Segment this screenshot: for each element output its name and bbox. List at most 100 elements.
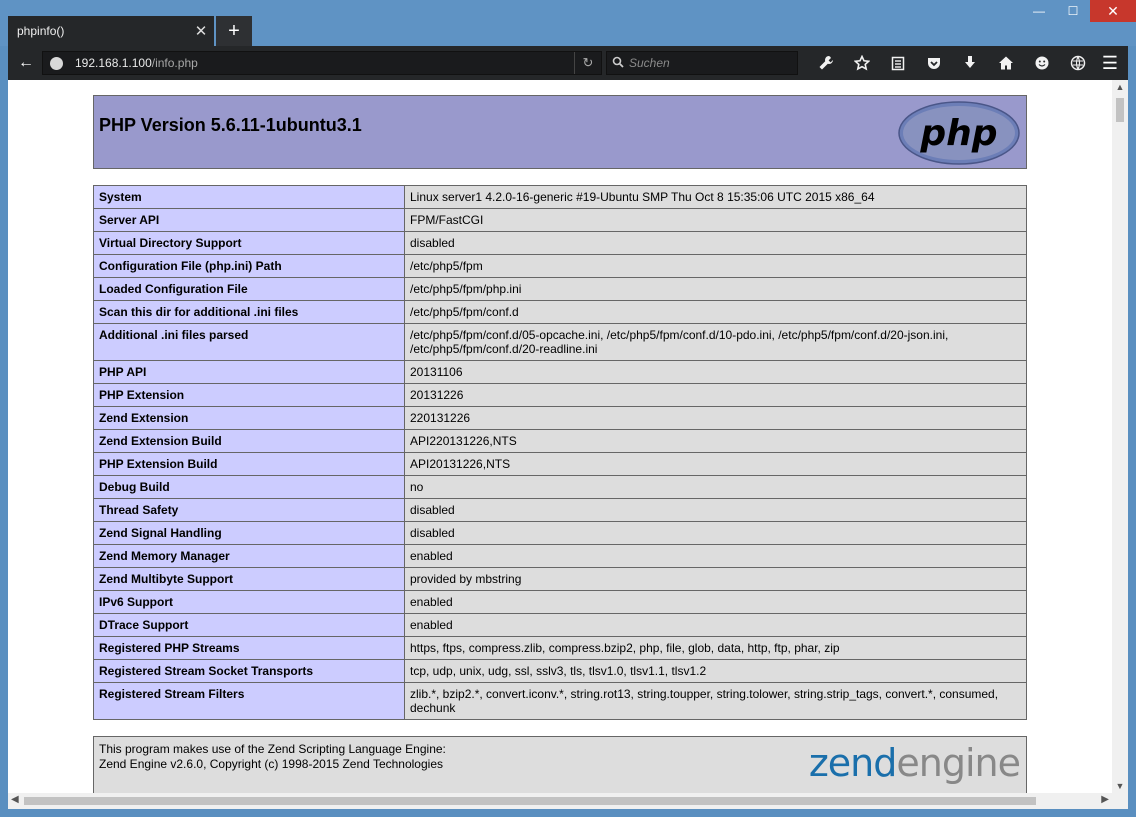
row-key: Zend Memory Manager bbox=[93, 544, 405, 568]
table-row: System Linux server1 4.2.0-16-generic #19… bbox=[93, 185, 1027, 209]
table-row: Zend Multibyte Support provided by mbstri… bbox=[93, 567, 1027, 591]
row-key: Zend Multibyte Support bbox=[93, 567, 405, 591]
table-row: Scan this dir for additional .ini files /… bbox=[93, 300, 1027, 324]
row-key: Server API bbox=[93, 208, 405, 232]
search-icon bbox=[607, 56, 629, 71]
toolbar-icons bbox=[808, 50, 1096, 76]
browser-window: — ☐ ✕ phpinfo() ✕ + ← 192.168.1.100/info… bbox=[0, 0, 1136, 817]
row-value: /etc/php5/fpm/conf.d/05-opcache.ini, /et… bbox=[404, 323, 1027, 361]
row-key: Zend Extension Build bbox=[93, 429, 405, 453]
row-key: Debug Build bbox=[93, 475, 405, 499]
php-info-table: System Linux server1 4.2.0-16-generic #19… bbox=[93, 185, 1027, 720]
table-row: DTrace Support enabled bbox=[93, 613, 1027, 637]
row-value: 220131226 bbox=[404, 406, 1027, 430]
table-row: Debug Build no bbox=[93, 475, 1027, 499]
table-row: PHP API 20131106 bbox=[93, 360, 1027, 384]
row-key: Zend Signal Handling bbox=[93, 521, 405, 545]
back-button[interactable]: ← bbox=[13, 50, 39, 76]
table-row: Loaded Configuration File/etc/php5/fpm/p… bbox=[93, 277, 1027, 301]
row-key: Loaded Configuration File bbox=[93, 277, 405, 301]
zend-logo-zend: zend bbox=[808, 741, 898, 785]
row-key: System bbox=[93, 185, 405, 209]
home-icon[interactable] bbox=[988, 50, 1024, 76]
table-row: Zend Extension 220131226 bbox=[93, 406, 1027, 430]
table-row: Virtual Directory Support disabled bbox=[93, 231, 1027, 255]
pocket-icon[interactable] bbox=[916, 50, 952, 76]
row-value: FPM/FastCGI bbox=[404, 208, 1027, 232]
url-bar[interactable]: 192.168.1.100/info.php ↻ bbox=[42, 51, 602, 75]
row-value: tcp, udp, unix, udg, ssl, sslv3, tls, tl… bbox=[404, 659, 1027, 683]
zend-engine-box: This program makes use of the Zend Scrip… bbox=[93, 736, 1027, 796]
search-input[interactable]: Suchen bbox=[629, 56, 670, 70]
star-icon[interactable] bbox=[844, 50, 880, 76]
row-value: enabled bbox=[404, 544, 1027, 568]
row-value: API220131226,NTS bbox=[404, 429, 1027, 453]
row-value: enabled bbox=[404, 613, 1027, 637]
table-row: Zend Signal Handling disabled bbox=[93, 521, 1027, 545]
table-row: Registered PHP Streams https, ftps, compr… bbox=[93, 636, 1027, 660]
wrench-icon[interactable] bbox=[808, 50, 844, 76]
row-key: IPv6 Support bbox=[93, 590, 405, 614]
close-window-button[interactable]: ✕ bbox=[1090, 0, 1136, 22]
table-row: Registered Stream Socket Transports tcp, … bbox=[93, 659, 1027, 683]
row-value: no bbox=[404, 475, 1027, 499]
table-row: Zend Extension Build API220131226,NTS bbox=[93, 429, 1027, 453]
url-input[interactable]: 192.168.1.100/info.php bbox=[75, 56, 574, 70]
horizontal-scroll-thumb[interactable] bbox=[24, 797, 1036, 805]
row-key: PHP Extension bbox=[93, 383, 405, 407]
row-key: DTrace Support bbox=[93, 613, 405, 637]
minimize-button[interactable]: — bbox=[1022, 0, 1056, 22]
url-host: 192.168.1.100 bbox=[75, 56, 152, 70]
row-value: disabled bbox=[404, 498, 1027, 522]
row-value: 20131226 bbox=[404, 383, 1027, 407]
row-value: https, ftps, compress.zlib, compress.bzi… bbox=[404, 636, 1027, 660]
row-value: /etc/php5/fpm/php.ini bbox=[404, 277, 1027, 301]
navigation-bar: ← 192.168.1.100/info.php ↻ Suchen ☰ bbox=[8, 46, 1128, 80]
phpinfo-page: PHP Version 5.6.11-1ubuntu3.1 php System… bbox=[93, 95, 1027, 796]
table-row: PHP Extension Build API20131226,NTS bbox=[93, 452, 1027, 476]
scrollbar-corner bbox=[1112, 793, 1128, 809]
vertical-scroll-thumb[interactable] bbox=[1116, 98, 1124, 122]
row-value: 20131106 bbox=[404, 360, 1027, 384]
row-key: Thread Safety bbox=[93, 498, 405, 522]
globe-icon[interactable] bbox=[1060, 50, 1096, 76]
zend-logo-engine: engine bbox=[896, 741, 1021, 785]
maximize-button[interactable]: ☐ bbox=[1056, 0, 1090, 22]
table-row: Configuration File (php.ini) Path/etc/ph… bbox=[93, 254, 1027, 278]
table-row: Server API FPM/FastCGI bbox=[93, 208, 1027, 232]
tab-phpinfo[interactable]: phpinfo() ✕ bbox=[8, 16, 214, 46]
tab-title: phpinfo() bbox=[17, 24, 65, 38]
zend-engine-logo: zendengine bbox=[808, 741, 1021, 785]
url-path: /info.php bbox=[151, 56, 198, 70]
php-header: PHP Version 5.6.11-1ubuntu3.1 php bbox=[93, 95, 1027, 169]
reading-list-icon[interactable] bbox=[880, 50, 916, 76]
download-icon[interactable] bbox=[952, 50, 988, 76]
table-row: Zend Memory Manager enabled bbox=[93, 544, 1027, 568]
row-key: Virtual Directory Support bbox=[93, 231, 405, 255]
row-value: zlib.*, bzip2.*, convert.iconv.*, string… bbox=[404, 682, 1027, 720]
table-row: Additional .ini files parsed/etc/php5/fp… bbox=[93, 323, 1027, 361]
new-tab-button[interactable]: + bbox=[216, 16, 252, 46]
menu-button[interactable]: ☰ bbox=[1096, 50, 1124, 76]
page-viewport[interactable]: PHP Version 5.6.11-1ubuntu3.1 php System… bbox=[8, 80, 1128, 809]
php-logo-text: php bbox=[919, 113, 997, 154]
tab-close-icon[interactable]: ✕ bbox=[188, 22, 214, 40]
row-key: Registered Stream Filters bbox=[93, 682, 405, 720]
smiley-icon[interactable] bbox=[1024, 50, 1060, 76]
site-identity-icon[interactable] bbox=[46, 53, 66, 73]
page-title: PHP Version 5.6.11-1ubuntu3.1 bbox=[99, 115, 362, 135]
reload-icon[interactable]: ↻ bbox=[574, 52, 601, 74]
row-value: provided by mbstring bbox=[404, 567, 1027, 591]
scroll-right-icon[interactable]: ▶ bbox=[1101, 794, 1109, 805]
scroll-up-icon[interactable]: ▲ bbox=[1112, 82, 1128, 92]
search-bar[interactable]: Suchen bbox=[606, 51, 798, 75]
scroll-down-icon[interactable]: ▼ bbox=[1112, 781, 1128, 791]
window-controls: — ☐ ✕ bbox=[1022, 0, 1136, 24]
row-key: PHP API bbox=[93, 360, 405, 384]
scroll-left-icon[interactable]: ◀ bbox=[11, 794, 19, 805]
table-row: PHP Extension 20131226 bbox=[93, 383, 1027, 407]
row-key: Additional .ini files parsed bbox=[93, 323, 405, 361]
title-bar: — ☐ ✕ phpinfo() ✕ + bbox=[0, 0, 1136, 46]
vertical-scrollbar[interactable]: ▲ ▼ bbox=[1112, 80, 1128, 793]
horizontal-scrollbar[interactable]: ◀ ▶ bbox=[8, 793, 1112, 809]
